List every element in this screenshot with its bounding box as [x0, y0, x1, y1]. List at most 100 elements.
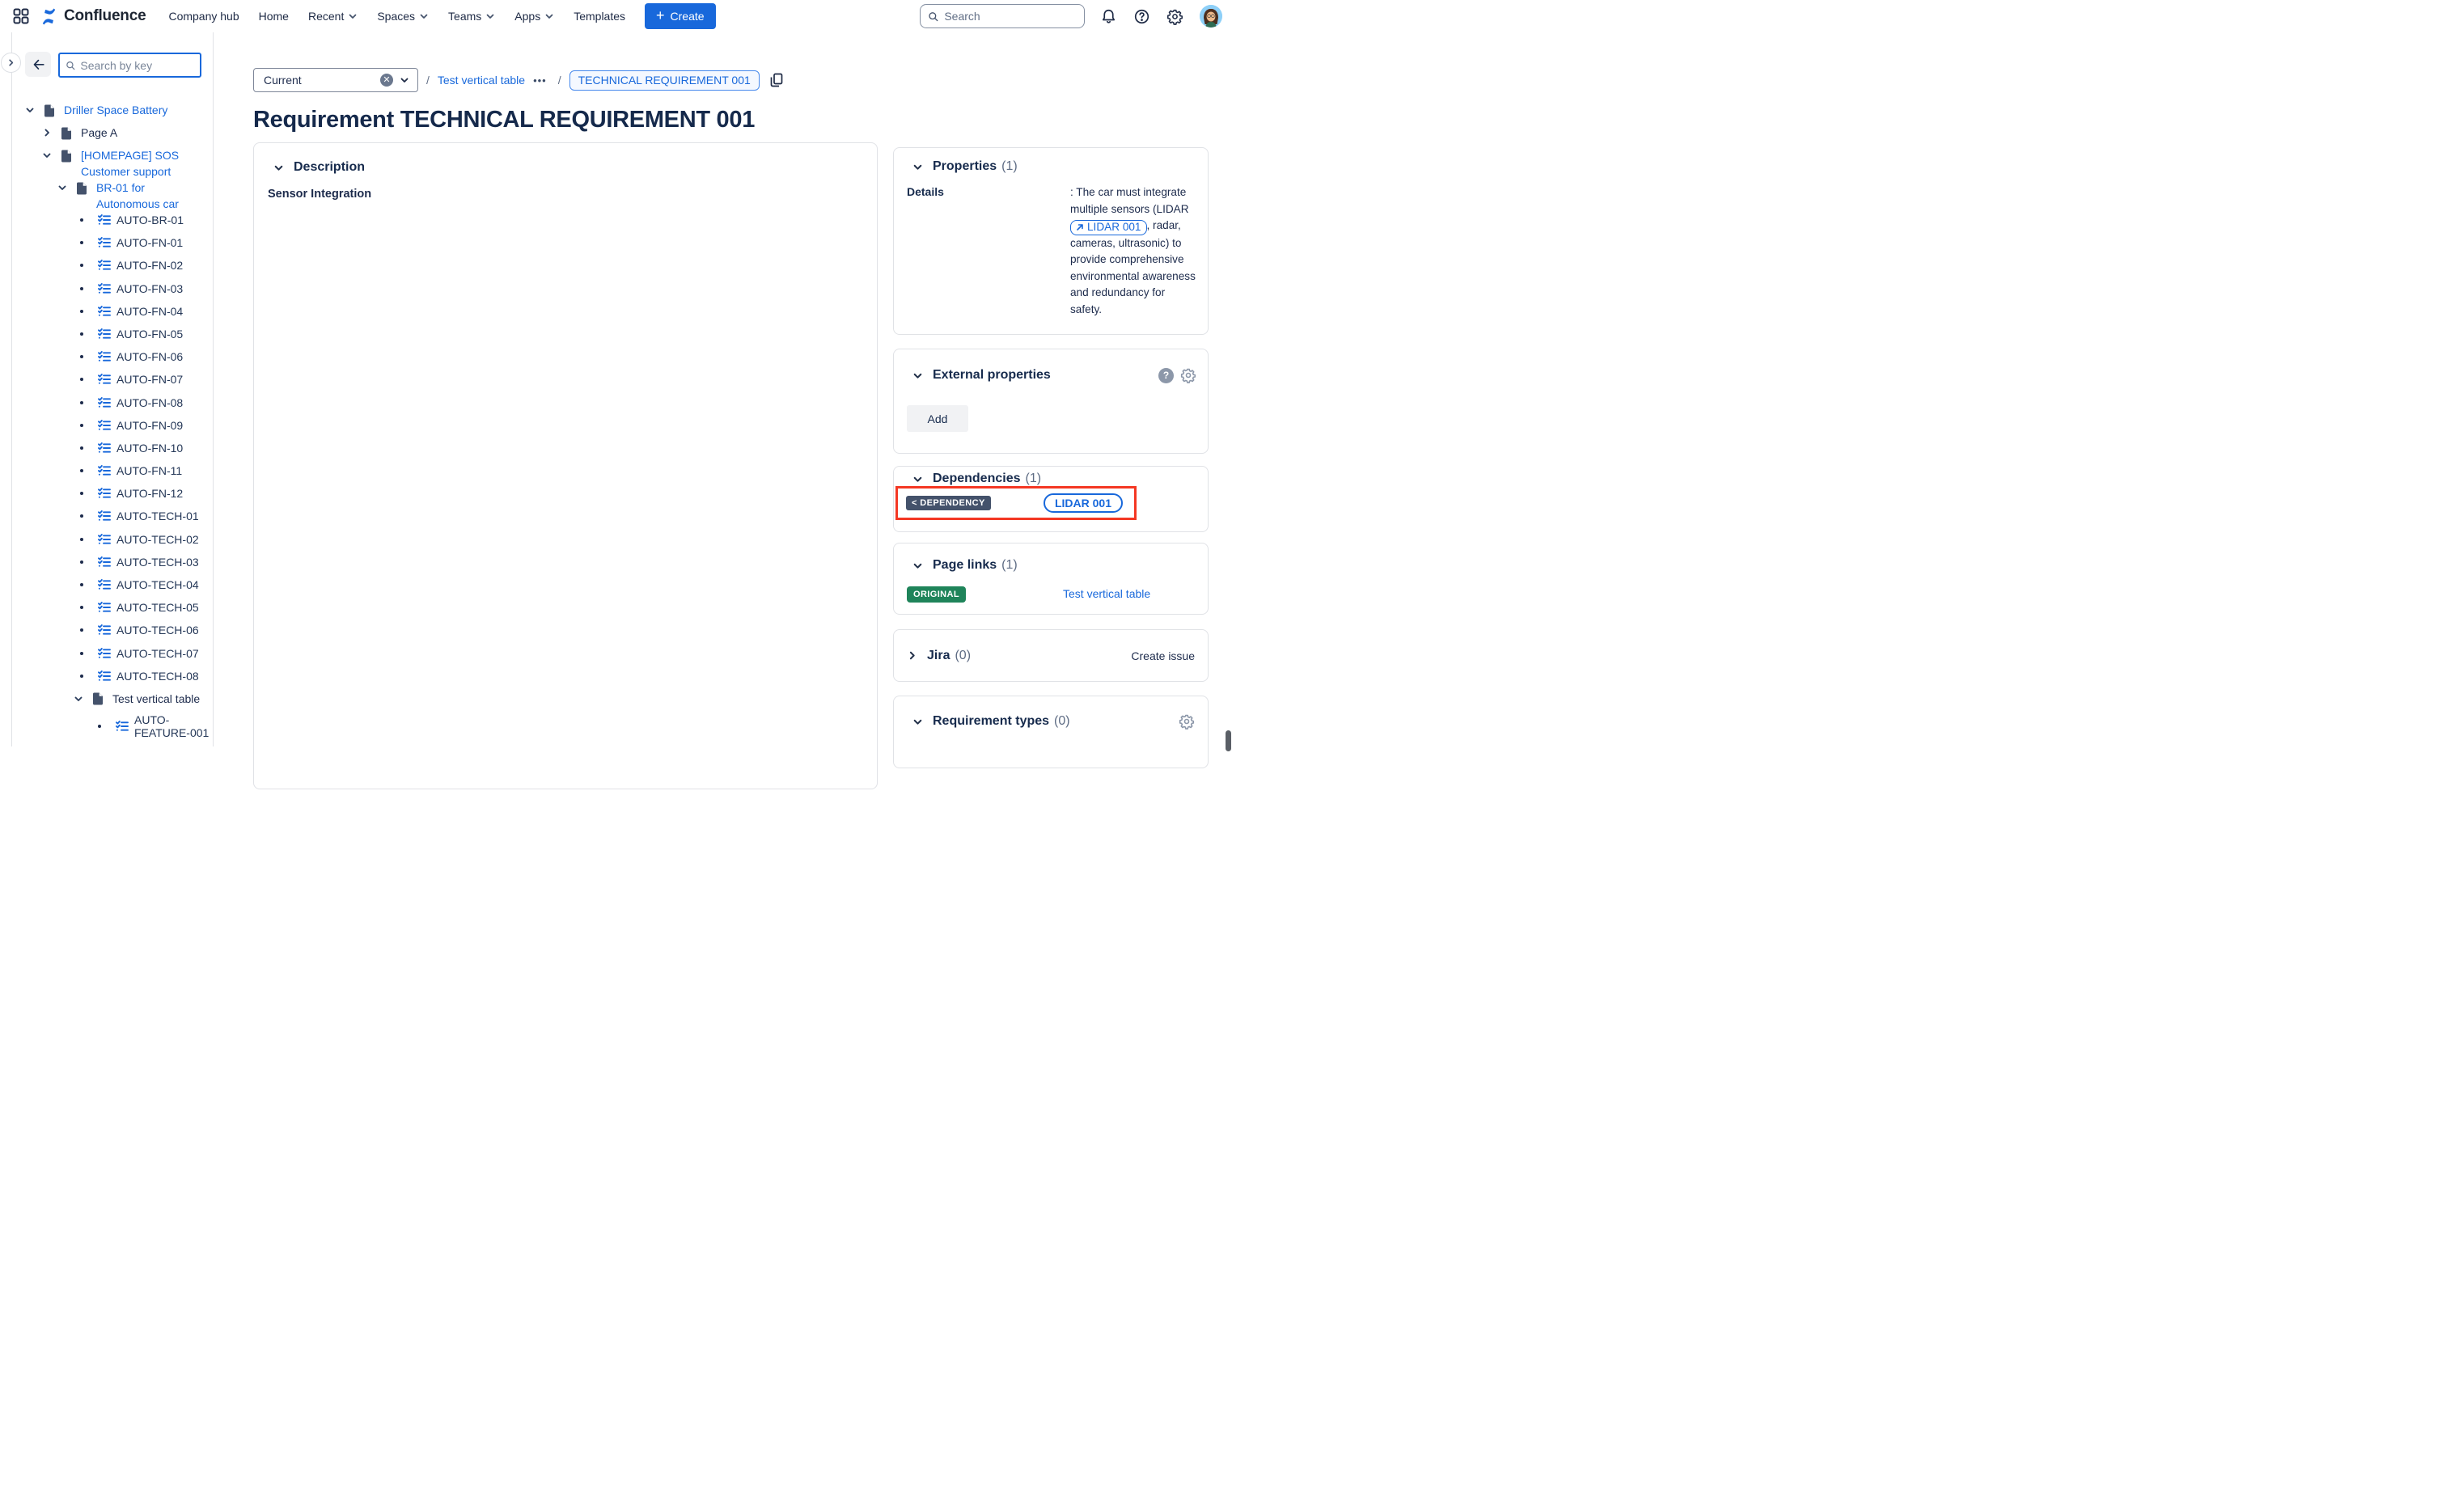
breadcrumb-parent-link[interactable]: Test vertical table [438, 74, 525, 87]
user-avatar[interactable] [1200, 5, 1222, 27]
chevron-down-icon[interactable] [912, 370, 923, 381]
chevron-down-icon[interactable] [912, 162, 923, 172]
requirement-link[interactable]: AUTO-TECH-07 [116, 645, 199, 662]
requirement-link[interactable]: AUTO-FN-10 [116, 440, 183, 456]
sidebar-tree-requirement-item[interactable]: AUTO-FN-07 [11, 371, 213, 387]
requirement-link[interactable]: AUTO-FN-01 [116, 235, 183, 251]
nav-item-teams[interactable]: Teams [448, 10, 495, 23]
sidebar-tree-page-item[interactable]: Test vertical table [11, 691, 213, 707]
requirement-link[interactable]: AUTO-FEATURE-001 [134, 713, 211, 739]
scrollbar-thumb[interactable] [1226, 730, 1231, 751]
requirement-link[interactable]: AUTO-FN-11 [116, 463, 182, 479]
sidebar-tree-requirement-item[interactable]: AUTO-FN-04 [11, 303, 213, 319]
requirement-link[interactable]: AUTO-FN-07 [116, 371, 183, 387]
requirement-link[interactable]: AUTO-TECH-08 [116, 668, 199, 684]
sidebar-tree-page-item[interactable]: Page A [11, 125, 213, 141]
app-switcher-icon[interactable] [11, 6, 31, 26]
create-button[interactable]: + Create [645, 3, 716, 29]
dependency-target-chip[interactable]: LIDAR 001 [1044, 493, 1123, 513]
gear-icon[interactable] [1180, 367, 1196, 383]
breadcrumb-ellipsis-button[interactable]: ••• [533, 74, 547, 87]
global-search-input[interactable] [944, 10, 1077, 23]
version-select[interactable]: Current ✕ [253, 68, 418, 92]
requirement-link[interactable]: AUTO-FN-08 [116, 395, 183, 411]
requirement-link[interactable]: AUTO-TECH-06 [116, 622, 199, 638]
requirement-link[interactable]: AUTO-BR-01 [116, 212, 184, 228]
sidebar-tree-requirement-item[interactable]: AUTO-FN-03 [11, 281, 213, 297]
sidebar-tree-requirement-item[interactable]: AUTO-FN-05 [11, 326, 213, 342]
global-search[interactable] [920, 4, 1085, 28]
requirement-link[interactable]: AUTO-TECH-04 [116, 577, 199, 593]
nav-item-templates[interactable]: Templates [574, 10, 625, 23]
sidebar-tree-requirement-item[interactable]: AUTO-TECH-04 [11, 577, 213, 593]
notifications-bell-icon[interactable] [1099, 6, 1118, 26]
sidebar-tree-requirement-item[interactable]: AUTO-FN-02 [11, 257, 213, 273]
sidebar-tree-page-item[interactable]: [HOMEPAGE] SOS Customer support [11, 147, 213, 180]
chevron-down-icon[interactable] [912, 717, 923, 727]
requirement-link[interactable]: AUTO-FN-02 [116, 257, 183, 273]
search-by-key-input[interactable] [80, 59, 194, 72]
requirement-link[interactable]: AUTO-FN-05 [116, 326, 183, 342]
gear-icon[interactable] [1179, 713, 1195, 730]
page-link[interactable]: Test vertical table [1063, 587, 1150, 600]
chevron-down-icon[interactable] [42, 150, 53, 160]
chevron-down-icon[interactable] [912, 560, 923, 571]
confluence-logo[interactable]: Confluence [39, 6, 146, 27]
sidebar-tree-requirement-item[interactable]: AUTO-FN-12 [11, 485, 213, 501]
breadcrumb-current-chip[interactable]: TECHNICAL REQUIREMENT 001 [569, 70, 760, 91]
page-title-link[interactable]: BR-01 for Autonomous car [96, 180, 187, 212]
help-icon[interactable] [1132, 6, 1151, 26]
requirement-link[interactable]: AUTO-FN-12 [116, 485, 183, 501]
sidebar-tree-requirement-item[interactable]: AUTO-TECH-05 [11, 599, 213, 615]
sidebar-tree-requirement-item[interactable]: AUTO-TECH-08 [11, 668, 213, 684]
sidebar-tree-page-item[interactable]: BR-01 for Autonomous car [11, 180, 213, 212]
nav-item-home[interactable]: Home [259, 10, 289, 23]
requirement-link[interactable]: AUTO-TECH-03 [116, 554, 199, 570]
page-title-link[interactable]: Driller Space Battery [64, 102, 167, 118]
chevron-down-icon[interactable] [57, 183, 69, 192]
create-issue-button[interactable]: Create issue [1131, 649, 1195, 662]
chevron-down-icon[interactable] [273, 163, 284, 173]
chevron-down-icon[interactable] [74, 694, 85, 704]
nav-item-recent[interactable]: Recent [308, 10, 358, 23]
sidebar-tree-requirement-item[interactable]: AUTO-TECH-07 [11, 645, 213, 662]
sidebar-expand-button[interactable] [1, 53, 21, 73]
sidebar-tree-requirement-item[interactable]: AUTO-TECH-02 [11, 531, 213, 548]
search-by-key-field[interactable] [58, 53, 201, 78]
lidar-link-chip[interactable]: LIDAR 001 [1070, 220, 1147, 235]
sidebar-tree-requirement-item[interactable]: AUTO-FN-09 [11, 417, 213, 434]
page-title-link[interactable]: Page A [81, 125, 117, 141]
sidebar-tree-requirement-item[interactable]: AUTO-TECH-06 [11, 622, 213, 638]
requirement-link[interactable]: AUTO-FN-06 [116, 349, 183, 365]
requirement-link[interactable]: AUTO-TECH-01 [116, 508, 199, 524]
nav-item-apps[interactable]: Apps [514, 10, 554, 23]
nav-item-spaces[interactable]: Spaces [377, 10, 429, 23]
sidebar-tree-page-item[interactable]: Driller Space Battery [11, 102, 213, 118]
add-button[interactable]: Add [907, 405, 968, 432]
requirement-link[interactable]: AUTO-FN-09 [116, 417, 183, 434]
sidebar-tree-requirement-item[interactable]: AUTO-BR-01 [11, 212, 213, 228]
back-button[interactable] [25, 52, 51, 77]
chevron-down-icon[interactable] [912, 474, 923, 484]
sidebar-tree-requirement-item[interactable]: AUTO-FEATURE-001 [11, 713, 213, 739]
requirement-link[interactable]: AUTO-TECH-02 [116, 531, 199, 548]
chevron-right-icon[interactable] [907, 650, 917, 661]
requirement-link[interactable]: AUTO-TECH-05 [116, 599, 199, 615]
sidebar-tree-requirement-item[interactable]: AUTO-TECH-03 [11, 554, 213, 570]
requirement-link[interactable]: AUTO-FN-04 [116, 303, 183, 319]
chevron-right-icon[interactable] [42, 128, 53, 137]
nav-item-company-hub[interactable]: Company hub [168, 10, 239, 23]
settings-gear-icon[interactable] [1165, 6, 1184, 26]
sidebar-tree-requirement-item[interactable]: AUTO-FN-10 [11, 440, 213, 456]
chevron-down-icon[interactable] [25, 105, 36, 115]
help-icon[interactable]: ? [1158, 368, 1174, 383]
page-title-link[interactable]: Test vertical table [112, 691, 200, 707]
sidebar-tree-requirement-item[interactable]: AUTO-FN-06 [11, 349, 213, 365]
sidebar-tree-requirement-item[interactable]: AUTO-FN-08 [11, 395, 213, 411]
sidebar-tree-requirement-item[interactable]: AUTO-FN-11 [11, 463, 213, 479]
sidebar-tree-requirement-item[interactable]: AUTO-FN-01 [11, 235, 213, 251]
copy-icon[interactable] [769, 73, 784, 87]
sidebar-tree-requirement-item[interactable]: AUTO-TECH-01 [11, 508, 213, 524]
page-title-link[interactable]: [HOMEPAGE] SOS Customer support [81, 147, 188, 180]
requirement-link[interactable]: AUTO-FN-03 [116, 281, 183, 297]
